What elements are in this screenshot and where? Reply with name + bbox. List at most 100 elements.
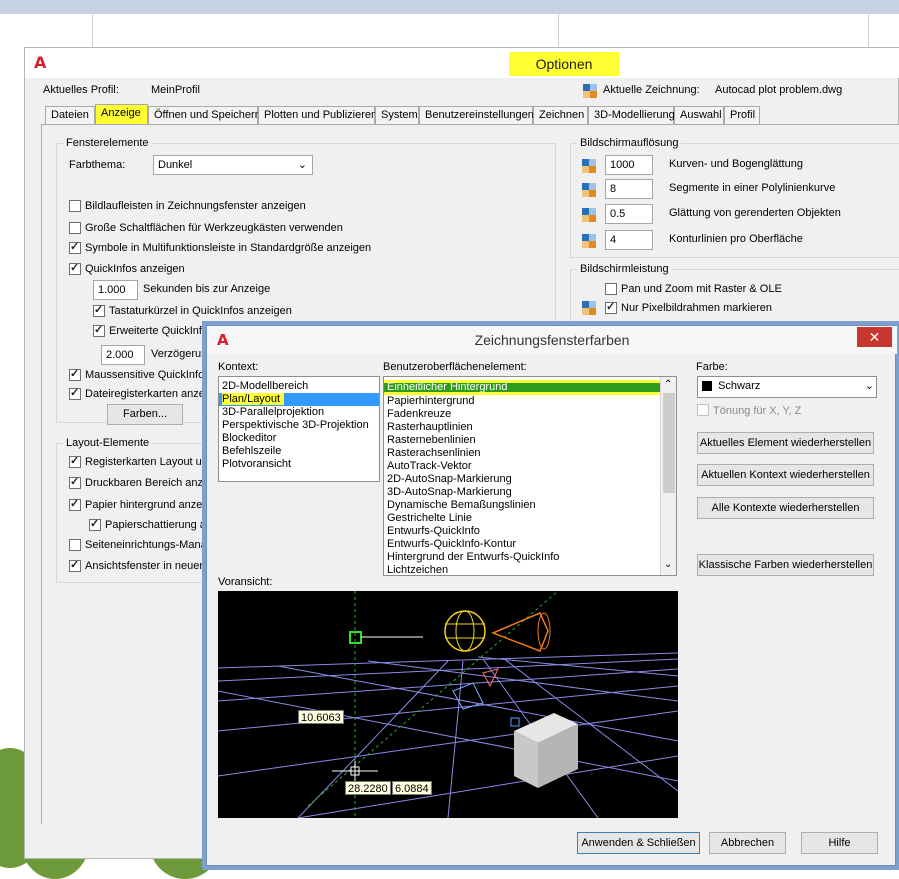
element-scrollbar[interactable]: ⌃ ⌄ (660, 377, 676, 575)
tab-system[interactable]: System (375, 106, 419, 125)
glaettung-input[interactable]: 0.5 (605, 204, 653, 224)
element-item[interactable]: AutoTrack-Vektor (384, 460, 660, 473)
verzoegerung-input[interactable]: 2.000 (101, 345, 145, 365)
fensterelemente-title: Fensterelemente (63, 137, 152, 149)
pixelbildrahmen-checkbox[interactable] (605, 300, 617, 314)
dateiregisterkarten-label: Dateiregisterkarten anzeig (85, 388, 214, 400)
ansichtsfenster-checkbox[interactable] (69, 558, 81, 572)
aufloesung-icon (581, 233, 597, 249)
element-item[interactable]: Entwurfs-QuickInfo (384, 525, 660, 538)
toenung-label: Tönung für X, Y, Z (713, 405, 802, 417)
background-grid-line (868, 14, 869, 47)
konturlinien-input[interactable]: 4 (605, 230, 653, 250)
tab-dateien[interactable]: Dateien (45, 106, 95, 125)
preview-grid-drawing (218, 591, 678, 818)
restore-element-button[interactable]: Aktuelles Element wiederherstellen (697, 432, 874, 454)
farbthema-value: Dunkel (158, 159, 193, 171)
maussensitive-checkbox[interactable] (69, 367, 81, 381)
aufloesung-group: Bildschirmauflösung 1000 Kurven- und Bog… (570, 137, 899, 258)
close-icon[interactable]: ✕ (857, 327, 892, 347)
farbe-value: Schwarz (718, 380, 761, 392)
tab-oeffnen-speichern[interactable]: Öffnen und Speichern (148, 106, 261, 125)
kontext-item[interactable]: 2D-Modellbereich (219, 380, 379, 393)
element-item[interactable]: Rasternebenlinien (384, 434, 660, 447)
drawing-label: Aktuelle Zeichnung: (603, 84, 700, 96)
element-item-selected[interactable]: Einheitlicher Hintergrund (384, 380, 660, 395)
tab-profil[interactable]: Profil (724, 106, 760, 125)
ansichtsfenster-label: Ansichtsfenster in neuen L (85, 560, 215, 572)
grosse-schaltflaechen-checkbox[interactable] (69, 222, 81, 234)
element-item[interactable]: 2D-AutoSnap-Markierung (384, 473, 660, 486)
restore-all-button[interactable]: Alle Kontexte wiederherstellen (697, 497, 874, 519)
pan-zoom-checkbox[interactable] (605, 283, 617, 295)
registerkarten-layout-checkbox[interactable] (69, 454, 81, 468)
chevron-down-icon: ⌄ (297, 159, 307, 171)
papierhintergrund-checkbox[interactable] (69, 497, 81, 511)
layout-elemente-title: Layout-Elemente (63, 437, 153, 449)
verzoegerung-label: Verzögerung (151, 348, 214, 360)
papierhintergrund-label: Papier hintergrund anzeige (85, 499, 218, 511)
element-item[interactable]: Rasterachsenlinien (384, 447, 660, 460)
element-item[interactable]: Dynamische Bemaßungslinien (384, 499, 660, 512)
tab-benutzereinstellungen[interactable]: Benutzereinstellungen (419, 106, 534, 125)
seiteneinrichtung-checkbox[interactable] (69, 539, 81, 551)
chevron-up-icon: ⌃ (664, 379, 673, 390)
element-item[interactable]: Lichtzeichen (384, 564, 660, 575)
quickinfos-checkbox[interactable] (69, 261, 81, 275)
drawing-icon (582, 83, 598, 99)
help-button[interactable]: Hilfe (801, 832, 878, 854)
toenung-checkbox[interactable] (697, 404, 709, 416)
dialog-title: Zeichnungsfensterfarben (474, 332, 630, 348)
element-item[interactable]: Rasterhauptlinien (384, 421, 660, 434)
farben-button[interactable]: Farben... (107, 404, 183, 425)
farbthema-select[interactable]: Dunkel ⌄ (153, 155, 313, 175)
scrollbar-thumb[interactable] (663, 393, 675, 493)
bildlaufleisten-checkbox[interactable] (69, 200, 81, 212)
element-item[interactable]: Papierhintergrund (384, 395, 660, 408)
options-title: Optionen (509, 52, 619, 76)
kontext-item[interactable]: Blockeditor (219, 432, 379, 445)
symbole-checkbox[interactable] (69, 240, 81, 254)
tab-auswahl[interactable]: Auswahl (674, 106, 724, 125)
drawing-value: Autocad plot problem.dwg (715, 84, 843, 96)
symbole-label: Symbole in Multifunktionsleiste in Stand… (85, 242, 372, 254)
quickinfos-label: QuickInfos anzeigen (85, 263, 185, 275)
preview-canvas: 10.6063 28.2280 6.0884 (218, 591, 678, 818)
kontext-item[interactable]: Perspektivische 3D-Projektion (219, 419, 379, 432)
apply-close-button[interactable]: Anwenden & Schließen (577, 832, 700, 854)
kurven-input[interactable]: 1000 (605, 155, 653, 175)
aufloesung-icon (581, 207, 597, 223)
erweiterte-quickinfos-checkbox[interactable] (93, 323, 105, 337)
tab-zeichnen[interactable]: Zeichnen (533, 106, 588, 125)
kontext-item[interactable]: Plotvoransicht (219, 458, 379, 471)
druckbaren-bereich-label: Druckbaren Bereich anzei (85, 477, 212, 489)
element-item[interactable]: Gestrichelte Linie (384, 512, 660, 525)
sekunden-input[interactable]: 1.000 (93, 280, 138, 300)
chevron-down-icon: ⌄ (664, 559, 673, 570)
options-title-bar: A Optionen (25, 48, 899, 78)
tab-plotten-publizieren[interactable]: Plotten und Publizieren (258, 106, 377, 125)
preview-dimension-value: 10.6063 (298, 710, 344, 724)
kontext-item-selected[interactable]: Plan/Layout (219, 393, 379, 406)
farbe-select[interactable]: Schwarz ⌄ (697, 376, 877, 398)
element-item[interactable]: 3D-AutoSnap-Markierung (384, 486, 660, 499)
background-title-bar (0, 0, 899, 14)
classic-colors-button[interactable]: Klassische Farben wiederherstellen (697, 554, 874, 576)
element-item[interactable]: Hintergrund der Entwurfs-QuickInfo (384, 551, 660, 564)
element-item[interactable]: Fadenkreuze (384, 408, 660, 421)
pixelbildrahmen-label: Nur Pixelbildrahmen markieren (621, 302, 773, 314)
segmente-input[interactable]: 8 (605, 179, 653, 199)
papierschattierung-checkbox[interactable] (89, 517, 101, 531)
restore-context-button[interactable]: Aktuellen Kontext wiederherstellen (697, 464, 874, 486)
tastaturkuerzel-checkbox[interactable] (93, 303, 105, 317)
tab-anzeige[interactable]: Anzeige (95, 104, 148, 125)
dateiregisterkarten-checkbox[interactable] (69, 386, 81, 400)
element-item[interactable]: Entwurfs-QuickInfo-Kontur (384, 538, 660, 551)
cancel-button[interactable]: Abbrechen (709, 832, 786, 854)
druckbaren-bereich-checkbox[interactable] (69, 475, 81, 489)
background-grid-line (558, 14, 559, 47)
kontext-item[interactable]: 3D-Parallelprojektion (219, 406, 379, 419)
sekunden-label: Sekunden bis zur Anzeige (143, 283, 271, 295)
kontext-item[interactable]: Befehlszeile (219, 445, 379, 458)
tab-3d-modellierung[interactable]: 3D-Modellierung (588, 106, 675, 125)
